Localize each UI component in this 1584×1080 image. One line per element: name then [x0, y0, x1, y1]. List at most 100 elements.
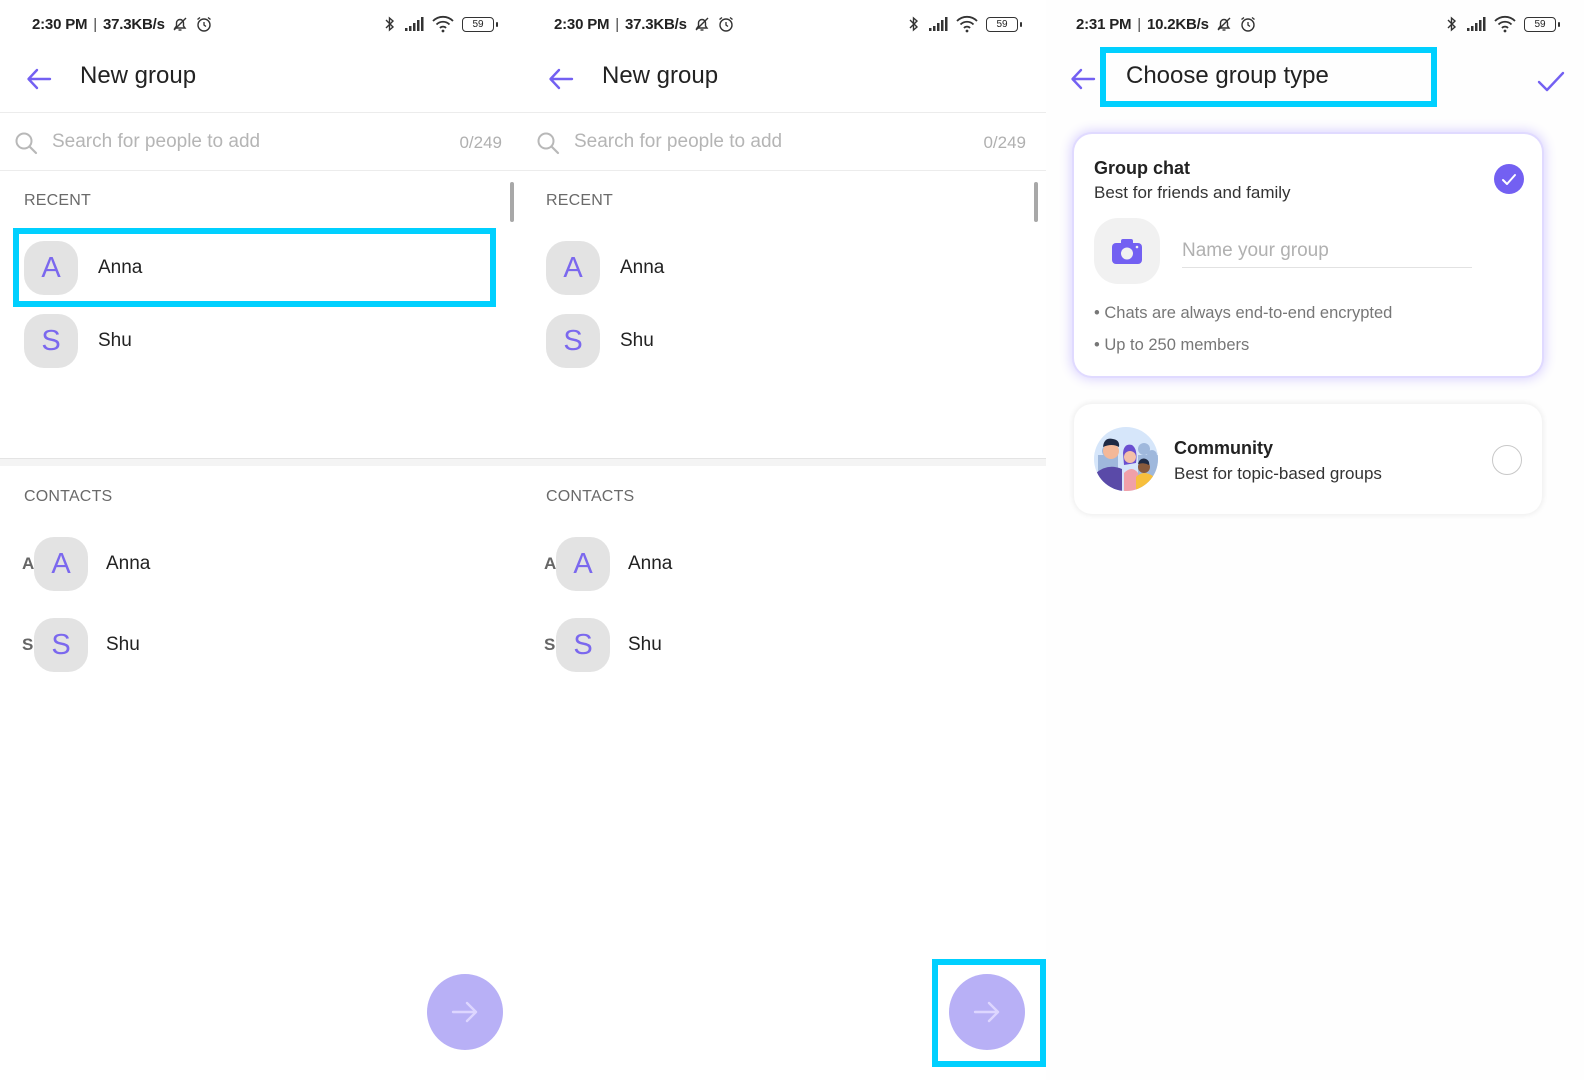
avatar: A: [546, 241, 600, 295]
bell-muted-icon: [1215, 15, 1233, 33]
alarm-icon: [195, 15, 213, 33]
bluetooth-icon: [1446, 15, 1458, 33]
back-button[interactable]: [1068, 64, 1098, 94]
wifi-icon: [432, 15, 454, 33]
status-time: 2:30 PM: [32, 15, 88, 33]
recent-item-shu[interactable]: S Shu: [522, 305, 1046, 377]
camera-icon: [1112, 239, 1142, 264]
alarm-icon: [717, 15, 735, 33]
avatar: S: [546, 314, 600, 368]
index-letter: S: [22, 635, 34, 654]
arrow-right-icon: [973, 1001, 1000, 1023]
recent-item-shu[interactable]: S Shu: [0, 305, 522, 377]
selected-counter: 0/249: [983, 133, 1026, 152]
status-bar: 2:31 PM | 10.2KB/s 59: [1076, 12, 1560, 36]
page-title: Choose group type: [1126, 62, 1329, 89]
recent-item-anna[interactable]: A Anna: [522, 232, 1046, 304]
signal-icon: [404, 16, 424, 32]
bluetooth-icon: [908, 15, 920, 33]
selected-counter: 0/249: [459, 133, 502, 152]
arrow-left-icon: [1071, 68, 1096, 90]
wifi-icon: [1494, 15, 1516, 33]
feature-bullet: • Chats are always end-to-end encrypted: [1094, 304, 1393, 322]
status-speed: 37.3KB/s: [103, 15, 165, 33]
signal-icon: [1466, 16, 1486, 32]
section-divider: [522, 458, 1046, 466]
scrollbar[interactable]: [1034, 182, 1038, 222]
contacts-label: CONTACTS: [24, 488, 113, 505]
back-button[interactable]: [24, 64, 54, 94]
contact-name: Anna: [106, 553, 151, 574]
avatar: A: [34, 537, 88, 591]
status-time: 2:31 PM: [1076, 15, 1132, 33]
next-button[interactable]: [949, 974, 1025, 1050]
app-header: Choose group type: [1046, 52, 1584, 112]
recent-label: RECENT: [24, 192, 91, 209]
screen-new-group-2: 2:30 PM | 37.3KB/s 59 New group Search f…: [522, 0, 1046, 1080]
status-speed: 37.3KB/s: [625, 15, 687, 33]
option-subtitle: Best for friends and family: [1094, 183, 1291, 202]
battery-icon: 59: [1524, 16, 1560, 32]
signal-icon: [928, 16, 948, 32]
contact-item-anna[interactable]: A A Anna: [522, 528, 1046, 600]
scrollbar[interactable]: [510, 182, 514, 222]
community-illustration: [1094, 427, 1158, 491]
status-time: 2:30 PM: [554, 15, 610, 33]
page-title: New group: [80, 62, 197, 89]
recent-label: RECENT: [546, 192, 613, 209]
avatar: A: [24, 241, 78, 295]
status-bar: 2:30 PM | 37.3KB/s 59: [554, 12, 1022, 36]
app-header: New group: [0, 52, 522, 112]
option-group-chat[interactable]: Group chat Best for friends and family •…: [1074, 134, 1542, 376]
contact-name: Shu: [98, 330, 132, 351]
search-icon: [14, 131, 38, 155]
section-divider: [0, 458, 522, 466]
bluetooth-icon: [384, 15, 396, 33]
contact-name: Anna: [628, 553, 673, 574]
contact-name: Shu: [628, 634, 662, 655]
bell-muted-icon: [693, 15, 711, 33]
contact-name: Shu: [620, 330, 654, 351]
avatar: A: [556, 537, 610, 591]
back-button[interactable]: [546, 64, 576, 94]
group-name-input[interactable]: [1182, 234, 1472, 268]
bell-muted-icon: [171, 15, 189, 33]
option-title: Group chat: [1094, 158, 1191, 178]
wifi-icon: [956, 15, 978, 33]
option-title: Community: [1174, 438, 1273, 458]
arrow-left-icon: [27, 68, 52, 90]
check-icon: [1502, 173, 1516, 185]
battery-icon: 59: [462, 16, 498, 32]
group-photo-button[interactable]: [1094, 218, 1160, 284]
option-community[interactable]: Community Best for topic-based groups: [1074, 404, 1542, 514]
alarm-icon: [1239, 15, 1257, 33]
selected-radio[interactable]: [1494, 164, 1524, 194]
confirm-button[interactable]: [1534, 64, 1568, 98]
contact-item-shu[interactable]: S S Shu: [0, 609, 522, 681]
screen-new-group-1: 2:30 PM | 37.3KB/s 59 New group Search f…: [0, 0, 522, 1080]
contacts-label: CONTACTS: [546, 488, 635, 505]
search-input[interactable]: [52, 127, 432, 157]
index-letter: A: [22, 554, 35, 573]
arrow-left-icon: [549, 68, 574, 90]
search-icon: [536, 131, 560, 155]
status-bar: 2:30 PM | 37.3KB/s 59: [32, 12, 498, 36]
unselected-radio[interactable]: [1492, 445, 1522, 475]
app-header: New group: [522, 52, 1046, 112]
contact-item-shu[interactable]: S S Shu: [522, 609, 1046, 681]
search-bar: 0/249: [0, 113, 522, 171]
avatar: S: [34, 618, 88, 672]
status-speed: 10.2KB/s: [1147, 15, 1209, 33]
contact-item-anna[interactable]: A A Anna: [0, 528, 522, 600]
recent-item-anna[interactable]: A Anna: [0, 232, 522, 304]
next-button[interactable]: [427, 974, 503, 1050]
feature-bullet: • Up to 250 members: [1094, 336, 1250, 354]
page-title: New group: [602, 62, 719, 89]
arrow-right-icon: [451, 1001, 478, 1023]
search-bar: 0/249: [522, 113, 1046, 171]
contact-name: Anna: [620, 257, 665, 278]
search-input[interactable]: [574, 127, 954, 157]
contact-name: Shu: [106, 634, 140, 655]
battery-icon: 59: [986, 16, 1022, 32]
index-letter: S: [544, 635, 556, 654]
